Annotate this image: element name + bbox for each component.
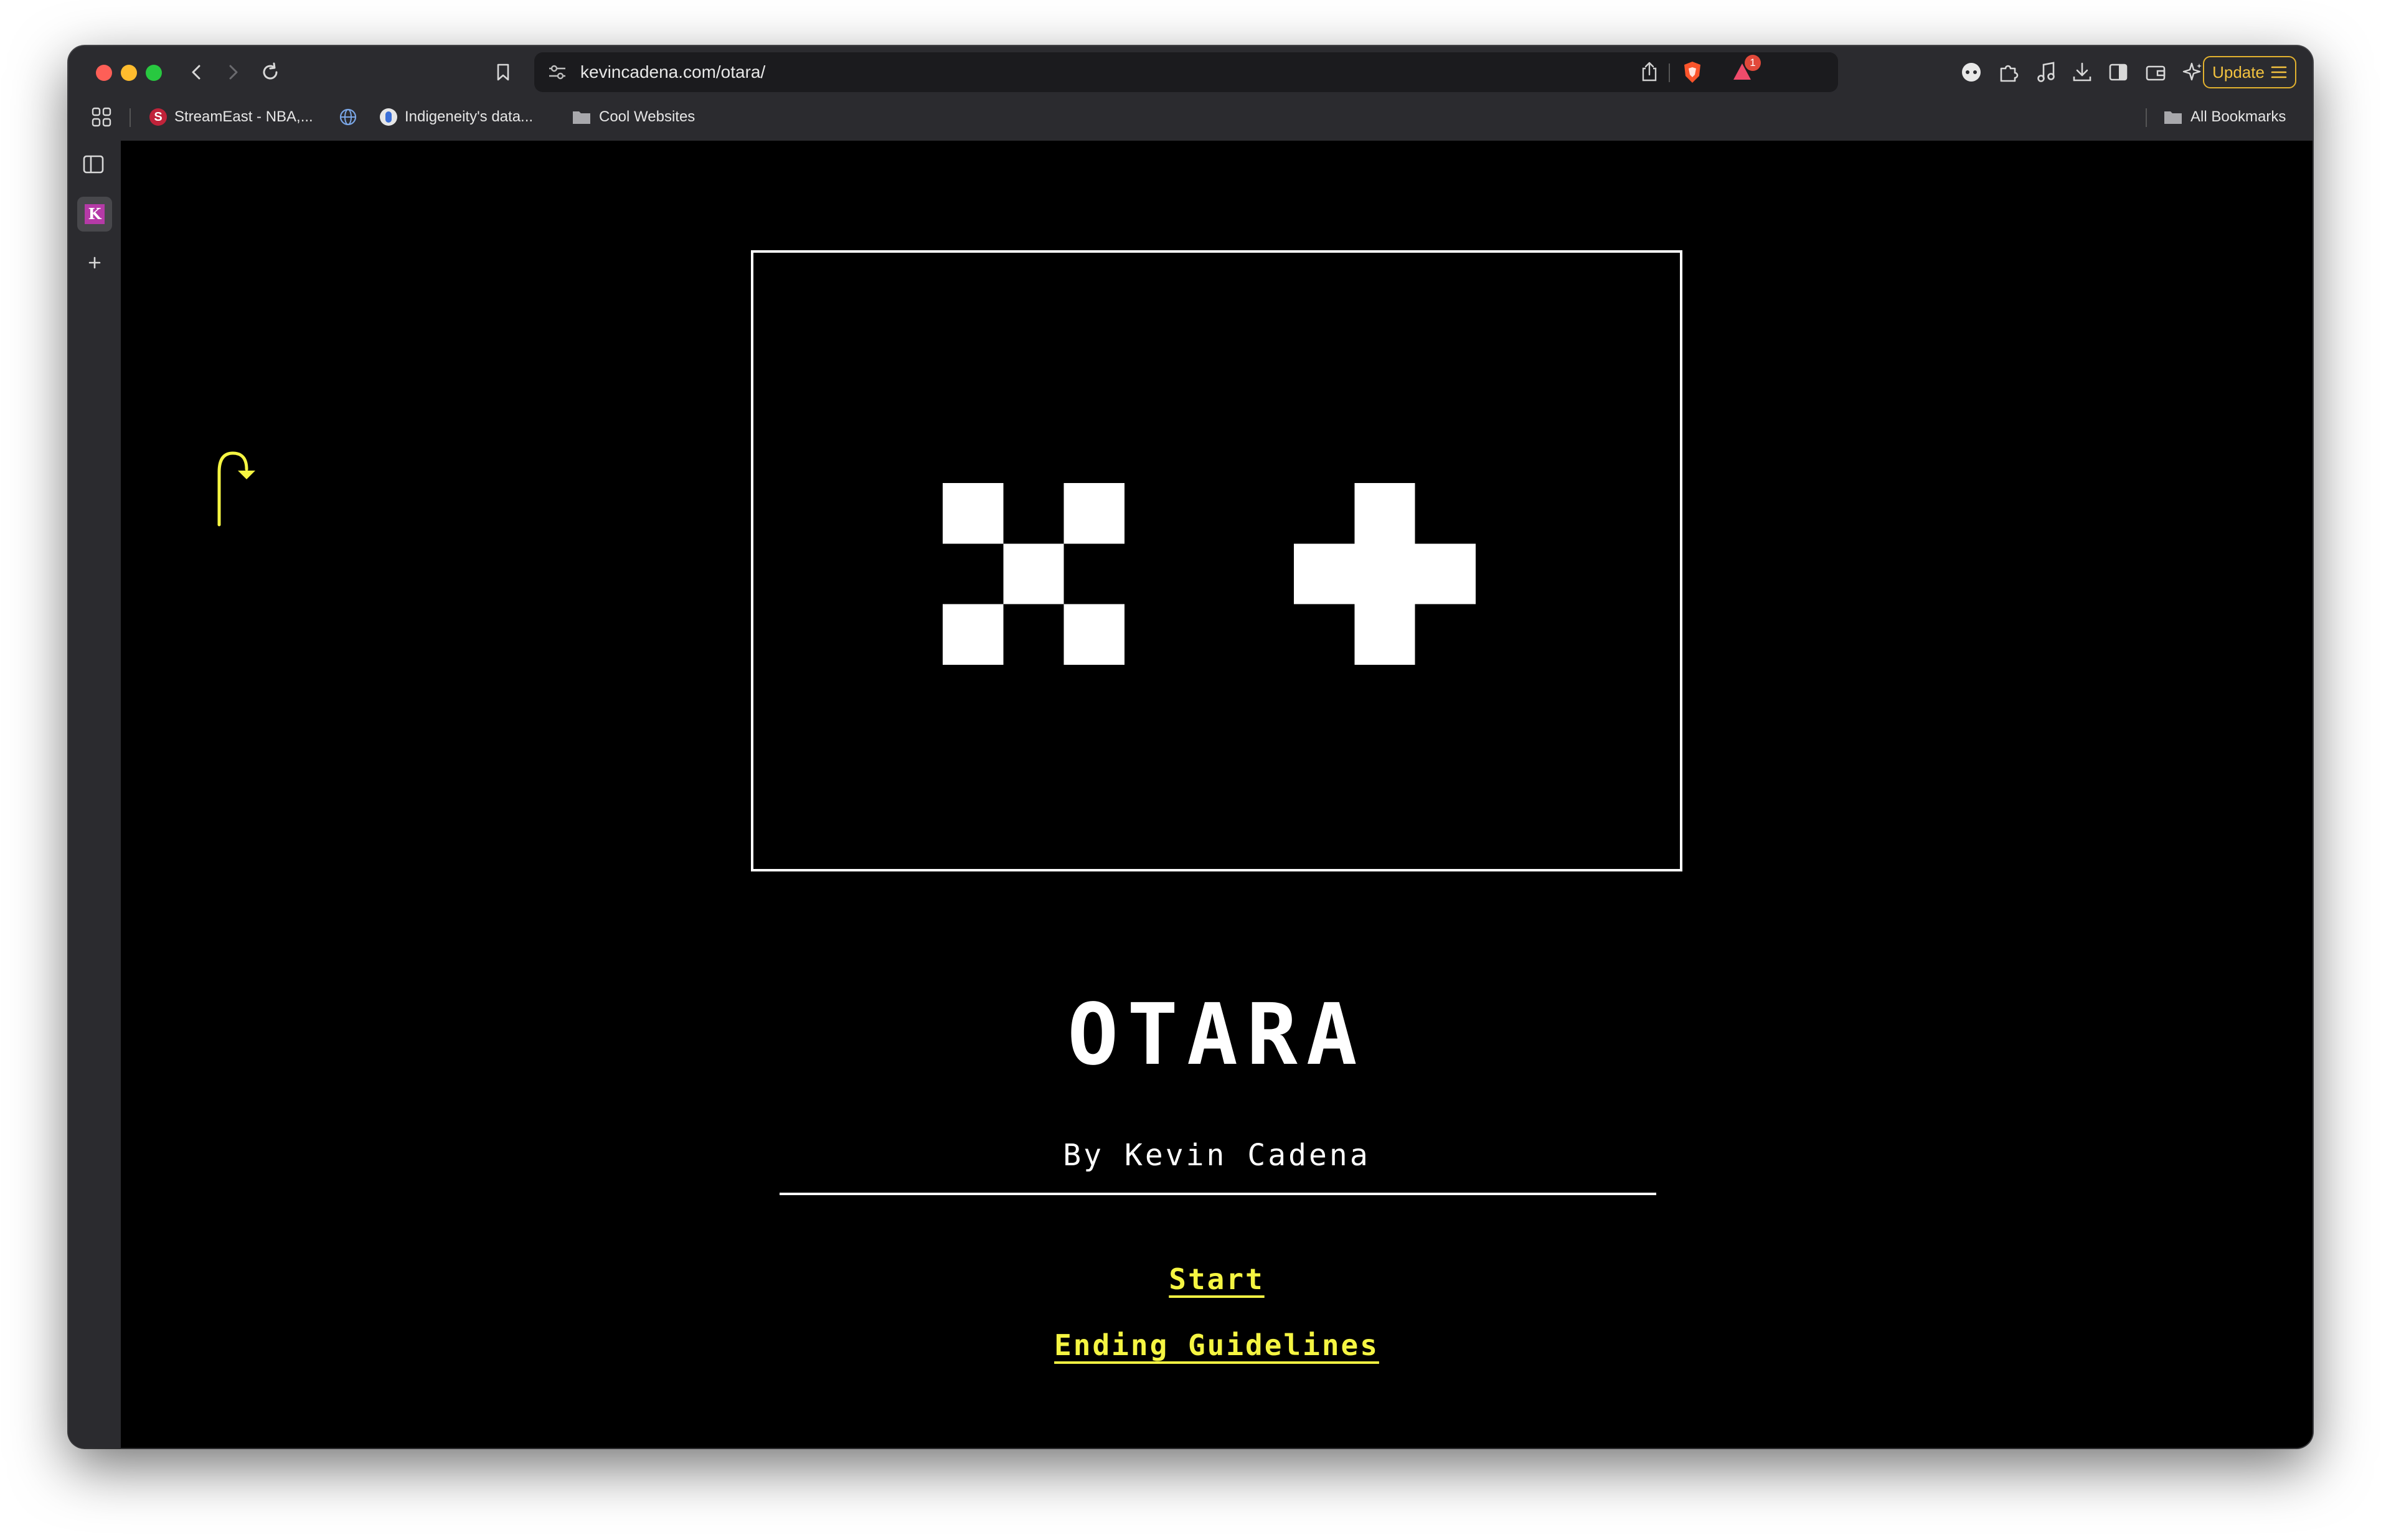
sidebar-panel-icon [83, 155, 104, 174]
folder-icon [573, 111, 590, 124]
minimize-window-button[interactable] [121, 65, 137, 81]
ending-guidelines-link-row: Ending Guidelines [121, 1328, 2313, 1362]
update-button[interactable]: Update [2203, 56, 2296, 88]
forward-button[interactable] [218, 57, 248, 87]
curved-arrow-icon [217, 451, 255, 527]
author-byline: By Kevin Cadena [1063, 1138, 1370, 1173]
start-link-row: Start [121, 1262, 2313, 1296]
bookmarks-divider [130, 108, 131, 127]
media-button[interactable] [2031, 57, 2061, 87]
ending-guidelines-link[interactable]: Ending Guidelines [1054, 1328, 1379, 1362]
bookmark-page-button[interactable] [488, 57, 518, 87]
all-bookmarks-label: All Bookmarks [2190, 108, 2286, 125]
leo-ai-button[interactable] [1956, 57, 1986, 87]
downloads-button[interactable] [2067, 57, 2097, 87]
vertical-tabs-sidebar: K [68, 141, 121, 1448]
reload-icon [263, 62, 278, 80]
apps-button[interactable] [91, 105, 112, 129]
tab-otara[interactable]: K [77, 197, 112, 232]
streameast-favicon: S [149, 108, 167, 126]
page-content: OTARA By Kevin Cadena Start Ending Guide… [121, 141, 2313, 1448]
address-bar[interactable]: kevincadena.com/otara/ 1 [534, 52, 1838, 92]
chevron-left-icon [192, 65, 200, 80]
start-link[interactable]: Start [1169, 1262, 1264, 1296]
browser-window: kevincadena.com/otara/ 1 Update S Stream… [68, 46, 2313, 1448]
apps-grid-icon [92, 107, 111, 127]
plus-icon [88, 256, 101, 269]
kc-favicon-icon: K [85, 204, 105, 224]
wallet-button[interactable] [2141, 57, 2171, 87]
divider-line [780, 1193, 1656, 1195]
page-title: OTARA [1067, 986, 1366, 1084]
pixel-x-icon [943, 483, 1124, 665]
pixel-plus-icon [1294, 483, 1476, 665]
music-note-icon [2037, 62, 2055, 82]
globe-icon [339, 108, 357, 126]
split-view-icon [2109, 63, 2128, 81]
brave-shields-icon[interactable] [1681, 60, 1704, 85]
back-button[interactable] [182, 57, 212, 87]
sidebar-panel-toggle[interactable] [82, 153, 107, 178]
close-window-button[interactable] [96, 65, 112, 81]
indigeneity-favicon [380, 108, 397, 126]
all-bookmarks-button[interactable]: All Bookmarks [2163, 105, 2286, 129]
reload-button[interactable] [255, 57, 285, 87]
site-settings-icon [549, 65, 565, 80]
bookmark-label: Indigeneity's data... [405, 108, 534, 125]
update-label: Update [2212, 62, 2265, 82]
zoom-window-button[interactable] [146, 65, 162, 81]
chevron-right-icon [229, 65, 238, 80]
menu-icon [2271, 66, 2287, 78]
download-icon [2073, 62, 2091, 82]
wallet-icon [2146, 65, 2166, 81]
folder-icon [2164, 111, 2182, 124]
bookmarks-divider-right [2146, 108, 2147, 127]
browser-toolbar: kevincadena.com/otara/ 1 Update S Stream… [68, 46, 2313, 141]
bookmark-label: Cool Websites [599, 108, 695, 125]
bookmark-globe[interactable] [339, 105, 357, 129]
share-icon[interactable] [1640, 61, 1659, 82]
bookmark-streameast[interactable]: S StreamEast - NBA,... [149, 105, 313, 129]
puzzle-icon [2000, 65, 2019, 82]
bookmark-indigeneity[interactable]: Indigeneity's data... [380, 105, 533, 129]
bookmark-folder-cool-websites[interactable]: Cool Websites [572, 105, 695, 129]
new-tab-button[interactable] [82, 250, 107, 275]
extensions-button[interactable] [1994, 57, 2024, 87]
bookmarks-bar: S StreamEast - NBA,... Indigeneity's dat… [68, 98, 2313, 138]
hero-image-frame [751, 250, 1682, 871]
url-divider [1669, 63, 1670, 82]
sidebar-toggle-button[interactable] [2103, 57, 2133, 87]
leo-icon [1962, 63, 1981, 82]
notification-badge: 1 [1745, 55, 1761, 71]
bookmark-icon [497, 63, 509, 81]
shield-button[interactable] [2171, 57, 2200, 87]
rewards-button[interactable]: 1 [1730, 55, 1761, 86]
bookmark-label: StreamEast - NBA,... [174, 108, 313, 125]
url-text: kevincadena.com/otara/ [580, 62, 766, 82]
